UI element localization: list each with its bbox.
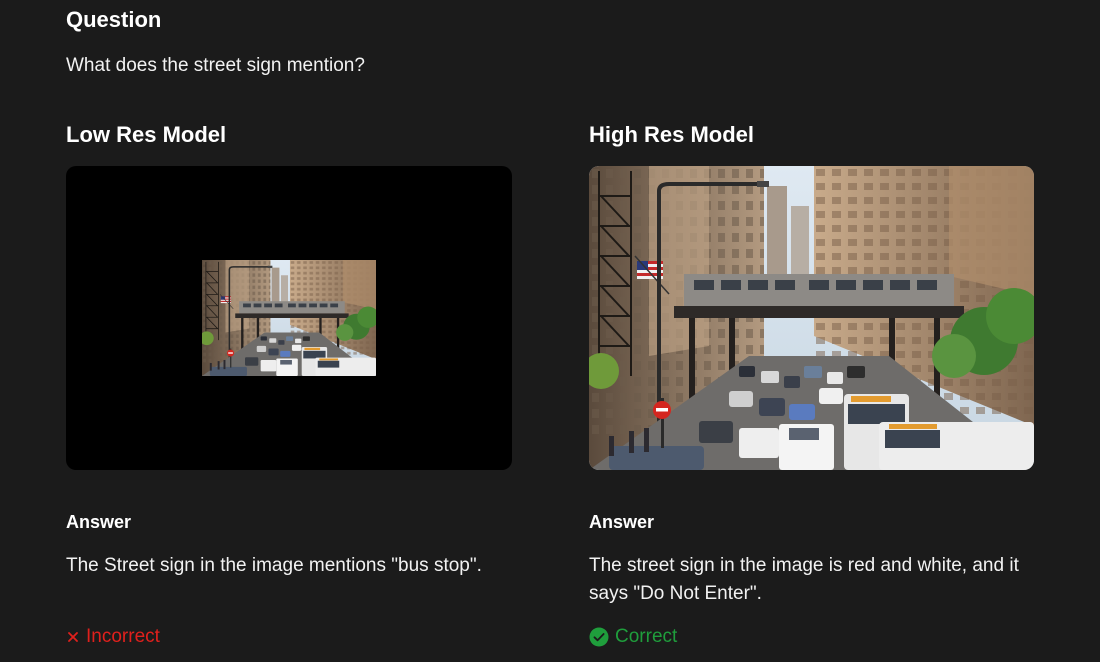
high-res-answer-text: The street sign in the image is red and … <box>589 555 1019 604</box>
question-heading: Question <box>66 7 162 32</box>
low-res-model-title: Low Res Model <box>66 122 227 147</box>
low-res-street-image <box>202 260 376 376</box>
high-res-answer-heading: Answer <box>589 512 655 532</box>
high-res-image-frame <box>589 166 1034 470</box>
low-res-answer-heading: Answer <box>66 512 132 532</box>
high-res-street-image <box>589 166 1034 470</box>
high-res-verdict: Correct <box>589 625 677 649</box>
high-res-model-title: High Res Model <box>589 122 755 147</box>
high-res-verdict-label: Correct <box>615 626 678 647</box>
low-res-answer-text: The Street sign in the image mentions "b… <box>66 555 482 576</box>
x-icon <box>68 632 78 642</box>
low-res-verdict: Incorrect <box>66 625 160 649</box>
low-res-verdict-label: Incorrect <box>86 626 160 647</box>
low-res-image-frame <box>66 166 512 470</box>
check-circle-icon <box>589 627 609 647</box>
question-text: What does the street sign mention? <box>66 55 365 76</box>
